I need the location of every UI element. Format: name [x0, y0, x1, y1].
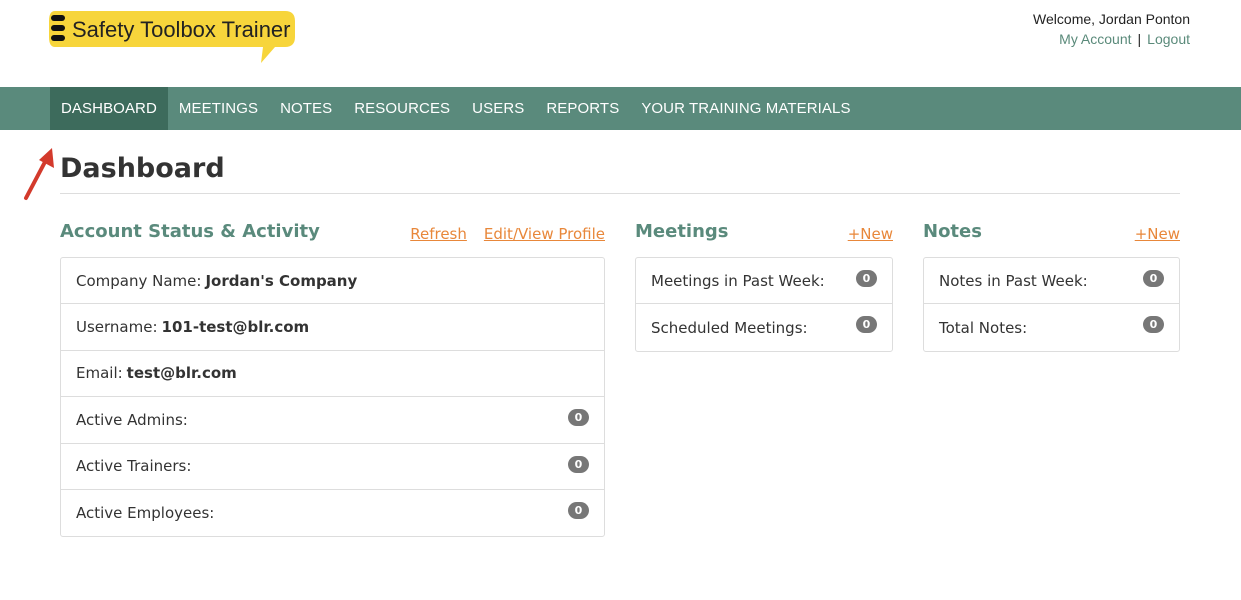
edit-profile-link[interactable]: Edit/View Profile: [484, 225, 605, 243]
active-admins-label: Active Admins:: [76, 410, 188, 429]
notes-list: Notes in Past Week: 0 Total Notes: 0: [923, 257, 1180, 352]
username-label: Username:: [76, 318, 158, 337]
title-divider: [60, 193, 1180, 194]
new-meeting-link[interactable]: +New: [848, 225, 893, 243]
active-employees-label: Active Employees:: [76, 504, 215, 523]
logo[interactable]: Safety Toolbox Trainer: [49, 9, 297, 65]
account-list: Company Name: Jordan's Company Username: 1…: [60, 257, 605, 538]
count-badge: 0: [568, 501, 589, 519]
meetings-past-week-label: Meetings in Past Week:: [651, 271, 825, 290]
list-item-active-trainers: Active Trainers: 0: [61, 444, 604, 490]
account-panel-title: Account Status & Activity: [60, 221, 320, 242]
list-item-total-notes: Total Notes: 0: [924, 304, 1179, 350]
list-item-username: Username: 101-test@blr.com: [61, 304, 604, 351]
count-badge: 0: [856, 316, 877, 334]
my-account-link[interactable]: My Account: [1059, 31, 1131, 47]
count-badge: 0: [568, 409, 589, 427]
logo-text: Safety Toolbox Trainer: [72, 17, 291, 42]
welcome-text: Welcome, Jordan Ponton: [1033, 11, 1190, 27]
notes-panel-header: Notes +New: [923, 221, 1180, 245]
meetings-list: Meetings in Past Week: 0 Scheduled Meeti…: [635, 257, 893, 352]
new-note-link[interactable]: +New: [1135, 225, 1180, 243]
list-item-email: Email: test@blr.com: [61, 351, 604, 398]
nav-meetings[interactable]: MEETINGS: [168, 87, 269, 130]
company-value: Jordan's Company: [205, 271, 358, 290]
company-label: Company Name:: [76, 271, 202, 290]
nav-notes[interactable]: NOTES: [269, 87, 343, 130]
email-label: Email:: [76, 364, 123, 383]
list-item-company: Company Name: Jordan's Company: [61, 258, 604, 305]
nav-users[interactable]: USERS: [461, 87, 535, 130]
nav-your-training-materials[interactable]: YOUR TRAINING MATERIALS: [630, 87, 861, 130]
notes-panel-title: Notes: [923, 221, 982, 242]
nav-reports[interactable]: REPORTS: [535, 87, 630, 130]
page-title: Dashboard: [60, 153, 225, 184]
email-value: test@blr.com: [126, 364, 237, 383]
meetings-panel-header: Meetings +New: [635, 221, 893, 245]
notes-past-week-label: Notes in Past Week:: [939, 271, 1088, 290]
red-arrow-annotation: [24, 148, 54, 200]
total-notes-label: Total Notes:: [939, 318, 1028, 337]
nav-resources[interactable]: RESOURCES: [343, 87, 461, 130]
count-badge: 0: [1143, 316, 1164, 334]
scheduled-meetings-label: Scheduled Meetings:: [651, 318, 808, 337]
count-badge: 0: [1143, 270, 1164, 287]
logout-link[interactable]: Logout: [1147, 31, 1190, 47]
account-panel-header: Account Status & Activity Refresh Edit/Vi…: [60, 221, 605, 245]
username-value: 101-test@blr.com: [161, 318, 310, 337]
count-badge: 0: [856, 270, 877, 287]
link-separator: |: [1137, 31, 1142, 47]
list-item-active-admins: Active Admins: 0: [61, 397, 604, 444]
meetings-panel-title: Meetings: [635, 221, 729, 242]
main-nav: DASHBOARD MEETINGS NOTES RESOURCES USERS…: [0, 87, 1241, 130]
list-item-scheduled-meetings: Scheduled Meetings: 0: [636, 304, 892, 350]
account-links: My Account | Logout: [1059, 31, 1190, 47]
active-trainers-label: Active Trainers:: [76, 457, 192, 476]
list-item-meetings-past-week: Meetings in Past Week: 0: [636, 258, 892, 305]
list-item-notes-past-week: Notes in Past Week: 0: [924, 258, 1179, 305]
refresh-link[interactable]: Refresh: [410, 225, 467, 243]
site-header: Safety Toolbox Trainer Welcome, Jordan P…: [0, 0, 1241, 87]
count-badge: 0: [568, 455, 589, 473]
list-item-active-employees: Active Employees: 0: [61, 490, 604, 536]
nav-dashboard[interactable]: DASHBOARD: [50, 87, 168, 130]
